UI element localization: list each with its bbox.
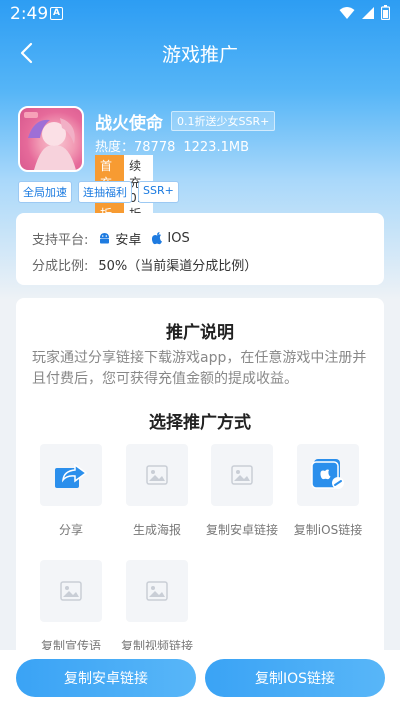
status-icons (339, 5, 390, 20)
share-icon (55, 463, 88, 488)
android-icon (100, 233, 110, 244)
image-placeholder-icon (231, 465, 253, 485)
option-poster[interactable]: 生成海报 (117, 444, 197, 538)
chip-global-speed: 全局加速 (18, 181, 72, 203)
game-heat: 热度：78778 (95, 140, 176, 155)
status-bar: 2:49 A (0, 0, 400, 28)
share-ratio-value: 50%（当前渠道分成比例） (98, 259, 258, 274)
platform-ios: IOS (151, 231, 190, 246)
status-time: 2:49 (10, 4, 49, 24)
platform-row: 支持平台: 安卓 IOS (32, 229, 190, 248)
image-placeholder-icon (60, 581, 82, 601)
feature-chips: 全局加速 连抽福利 SSR+ (18, 181, 179, 203)
image-placeholder-icon (146, 581, 168, 601)
poster-label: 生成海报 (132, 523, 181, 537)
android-label: 安卓 (115, 233, 142, 248)
image-placeholder-icon (146, 465, 168, 485)
game-name: 战火使命 (95, 114, 163, 134)
promotion-card: 推广说明 玩家通过分享链接下载游戏app，在任意游戏中注册并且付费后，您可获得充… (16, 298, 384, 678)
copy-ios-label: 复制iOS链接 (293, 523, 363, 537)
battery-icon (381, 5, 390, 20)
chip-ssr: SSR+ (138, 181, 179, 203)
promo-title: 推广说明 (166, 323, 234, 343)
option-copy-video[interactable]: 复制视频链接 (117, 560, 197, 654)
method-title: 选择推广方式 (149, 413, 251, 433)
copy-android-label: 复制安卓链接 (205, 523, 278, 537)
option-share[interactable]: 分享 (31, 444, 111, 538)
platform-label: 支持平台: (32, 233, 89, 248)
chip-draw-bonus: 连抽福利 (78, 181, 132, 203)
copy-video-tile[interactable] (126, 560, 188, 622)
share-ratio-row: 分成比例: 50%（当前渠道分成比例） (32, 255, 257, 274)
page-title: 游戏推广 (161, 44, 238, 66)
nav-bar: 游戏推广 (0, 30, 400, 76)
copy-android-tile[interactable] (211, 444, 273, 506)
platform-card: 支持平台: 安卓 IOS 分成比例: 50%（当前渠道分成比例） (16, 213, 384, 285)
poster-tile[interactable] (126, 444, 188, 506)
game-stats: 热度：78778 1223.1MB (95, 136, 257, 155)
share-tile[interactable] (40, 444, 102, 506)
game-size: 1223.1MB (183, 140, 249, 155)
ios-label: IOS (167, 231, 190, 246)
copy-ios-link-button[interactable]: 复制IOS链接 (205, 659, 385, 697)
share-ratio-label: 分成比例: (32, 259, 89, 274)
signal-icon (362, 6, 374, 19)
option-copy-slogan[interactable]: 复制宣传语 (31, 560, 111, 654)
option-copy-android[interactable]: 复制安卓链接 (202, 444, 282, 538)
game-tag: 0.1折送少女SSR+ (171, 111, 276, 131)
copy-slogan-tile[interactable] (40, 560, 102, 622)
wifi-icon (339, 6, 355, 19)
copy-ios-tile[interactable] (297, 444, 359, 506)
option-copy-ios[interactable]: 复制iOS链接 (288, 444, 368, 538)
share-label: 分享 (58, 523, 83, 537)
notification-icon: A (50, 7, 63, 20)
promo-description: 玩家通过分享链接下载游戏app，在任意游戏中注册并且付费后，您可获得充值金额的提… (32, 350, 367, 387)
ios-link-icon (311, 459, 344, 489)
game-icon (18, 106, 84, 172)
copy-android-link-button[interactable]: 复制安卓链接 (16, 659, 196, 697)
apple-icon (152, 232, 163, 245)
platform-android: 安卓 (98, 229, 141, 248)
